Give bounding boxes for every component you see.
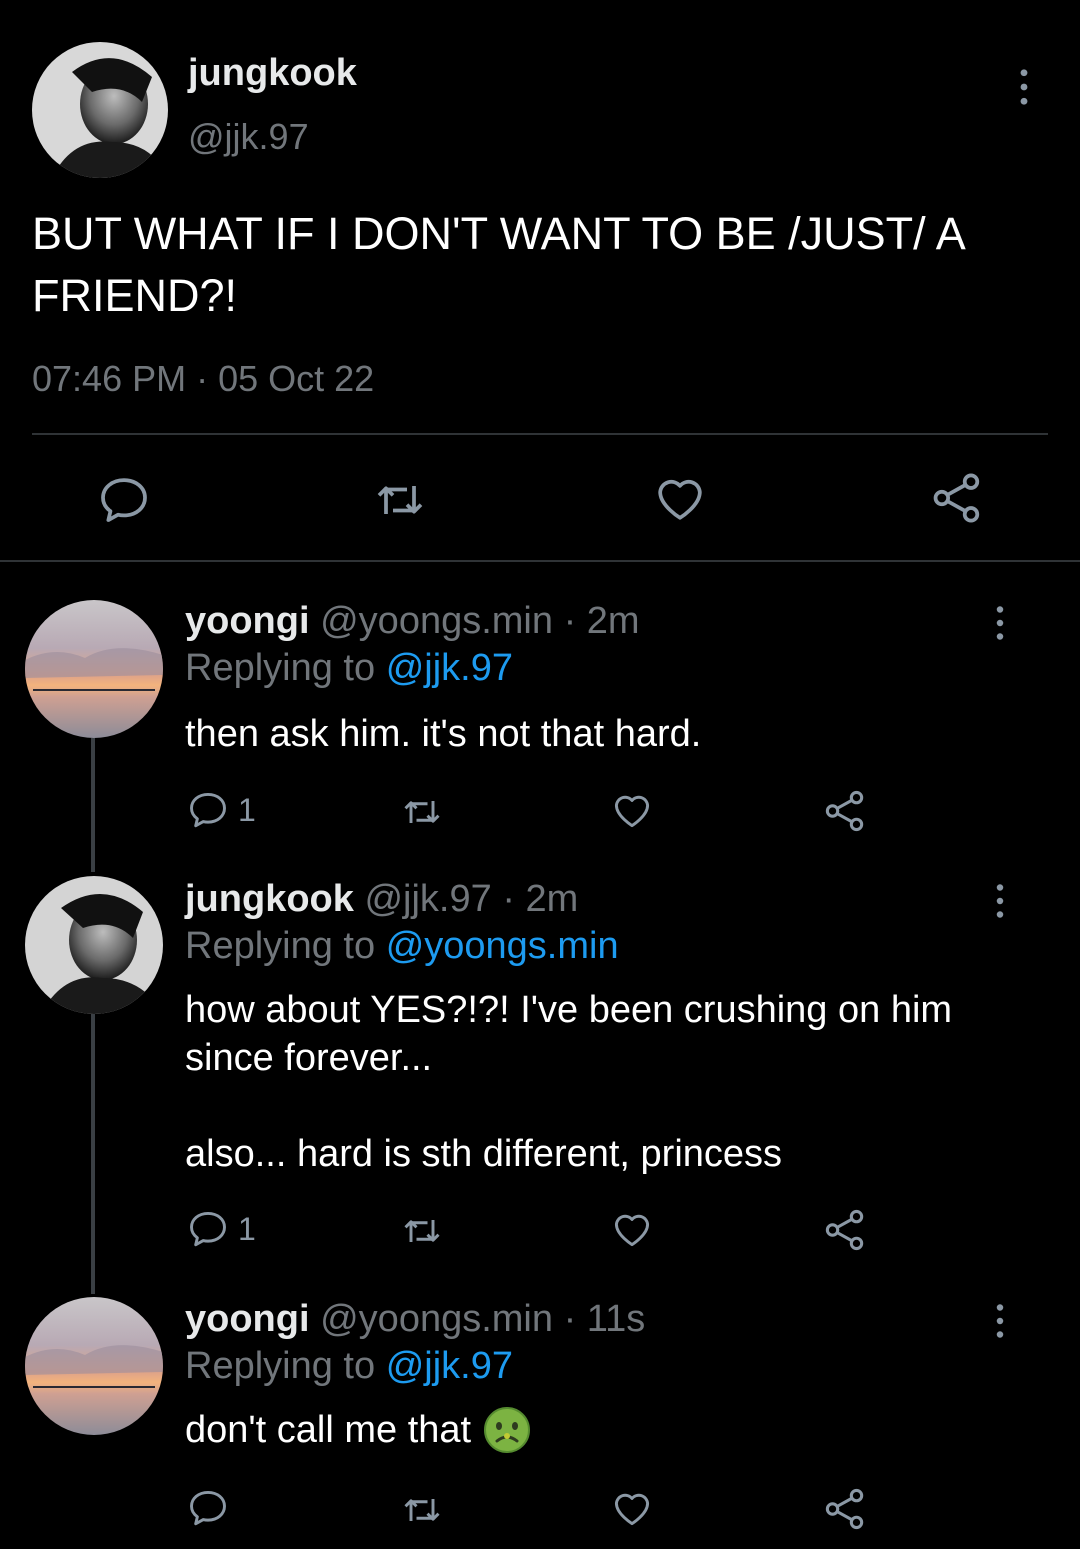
reply-text: how about YES?!?! I've been crushing on … [185, 986, 1005, 1178]
replying-label: Replying to [185, 647, 376, 689]
share-icon [822, 1486, 868, 1532]
avatar-jungkook[interactable] [32, 42, 168, 178]
reply-time: · 2m [502, 878, 579, 920]
retweet-icon [398, 790, 446, 834]
more-icon[interactable] [990, 605, 1010, 646]
thread-line [91, 738, 95, 872]
like-icon [610, 1207, 654, 1251]
retweet-icon [398, 1209, 446, 1253]
retweet-button[interactable] [398, 790, 446, 834]
reply-button[interactable]: 1 [186, 788, 256, 832]
more-icon[interactable] [990, 1303, 1010, 1344]
author-name[interactable]: jungkook [185, 878, 354, 920]
reply-button[interactable] [96, 472, 152, 528]
share-button[interactable] [928, 470, 986, 526]
reply-text-line: don't call me that [185, 1409, 472, 1451]
reply-text: don't call me that [185, 1406, 1005, 1454]
share-icon [822, 788, 868, 834]
like-icon [610, 1486, 654, 1530]
retweet-icon [398, 1488, 446, 1532]
retweet-button[interactable] [398, 1209, 446, 1253]
replying-label: Replying to [185, 1345, 376, 1387]
author-name[interactable]: yoongi [185, 600, 310, 642]
like-button[interactable] [610, 788, 654, 832]
thread-line [91, 1014, 95, 1294]
tweet-timestamp: 07:46 PM · 05 Oct 22 [32, 358, 375, 399]
replying-to: Replying to @yoongs.min [185, 925, 619, 968]
mention-link[interactable]: @yoongs.min [386, 925, 619, 967]
author-handle[interactable]: @yoongs.min [320, 600, 553, 642]
share-icon [822, 1207, 868, 1253]
nauseated-face-emoji-icon [484, 1407, 531, 1453]
like-button[interactable] [610, 1486, 654, 1530]
reply-icon [186, 1486, 230, 1530]
avatar-yoongi[interactable] [25, 1297, 163, 1435]
replying-to: Replying to @jjk.97 [185, 647, 513, 690]
retweet-icon [370, 472, 430, 528]
divider [32, 433, 1048, 435]
share-button[interactable] [822, 1486, 868, 1532]
reply-header: yoongi @yoongs.min · 11s [185, 1298, 645, 1341]
reply-icon [96, 472, 152, 528]
share-icon [928, 470, 986, 526]
like-button[interactable] [652, 470, 708, 526]
reply-button[interactable]: 1 [186, 1207, 256, 1251]
reply-button[interactable] [186, 1486, 230, 1530]
avatar-jungkook[interactable] [25, 876, 163, 1014]
author-name[interactable]: yoongi [185, 1298, 310, 1340]
reply-icon [186, 788, 230, 832]
share-button[interactable] [822, 1207, 868, 1253]
reply-text-line: since forever... [185, 1037, 433, 1079]
reply-text-line: how about YES?!?! I've been crushing on … [185, 989, 953, 1031]
reply-text: then ask him. it's not that hard. [185, 710, 1005, 758]
reply-icon [186, 1207, 230, 1251]
reply-header: yoongi @yoongs.min · 2m [185, 600, 640, 643]
divider [0, 560, 1080, 562]
replying-label: Replying to [185, 925, 376, 967]
reply-text-line: also... hard is sth different, princess [185, 1133, 783, 1175]
retweet-button[interactable] [398, 1488, 446, 1532]
reply-time: · 2m [563, 600, 640, 642]
like-icon [652, 470, 708, 526]
replying-to: Replying to @jjk.97 [185, 1345, 513, 1388]
like-button[interactable] [610, 1207, 654, 1251]
mention-link[interactable]: @jjk.97 [386, 1345, 513, 1387]
retweet-button[interactable] [370, 472, 430, 528]
author-handle[interactable]: @jjk.97 [188, 116, 309, 158]
author-name[interactable]: jungkook [188, 52, 357, 95]
like-icon [610, 788, 654, 832]
reply-count: 1 [238, 791, 256, 828]
more-icon[interactable] [990, 883, 1010, 924]
avatar-yoongi[interactable] [25, 600, 163, 738]
author-handle[interactable]: @jjk.97 [364, 878, 491, 920]
reply-text-line: then ask him. it's not that hard. [185, 713, 702, 755]
reply-header: jungkook @jjk.97 · 2m [185, 878, 578, 921]
reply-count: 1 [238, 1210, 256, 1247]
share-button[interactable] [822, 788, 868, 834]
reply-time: · 11s [563, 1298, 646, 1340]
author-handle[interactable]: @yoongs.min [320, 1298, 553, 1340]
mention-link[interactable]: @jjk.97 [386, 647, 513, 689]
more-icon[interactable] [1014, 68, 1034, 111]
tweet-text: BUT WHAT IF I DON'T WANT TO BE /JUST/ A … [32, 208, 964, 321]
